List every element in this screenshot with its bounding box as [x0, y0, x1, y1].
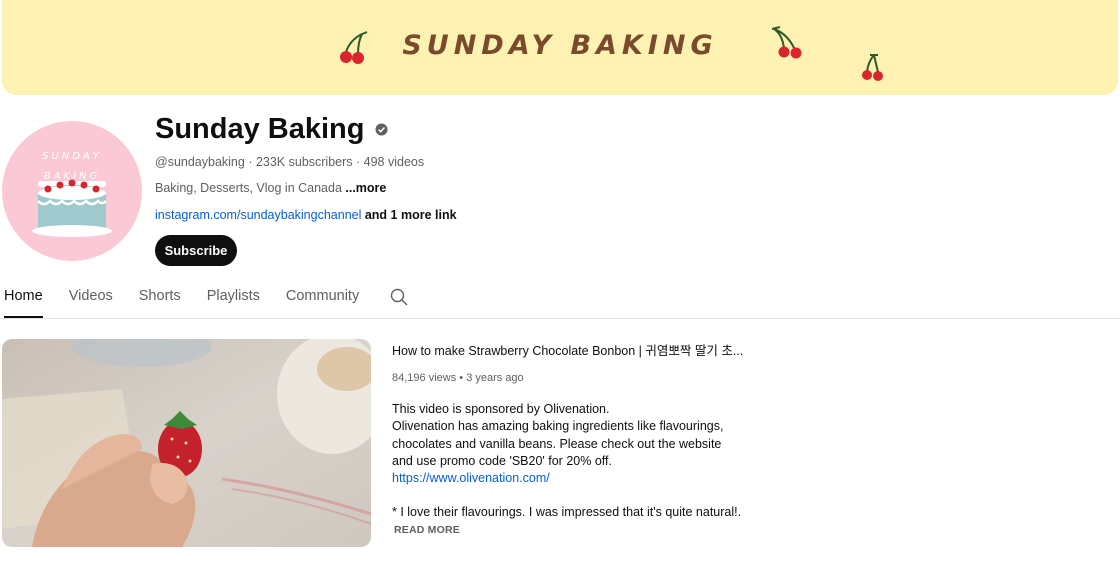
- thumbnail-image: [2, 339, 371, 547]
- description-line: This video is sponsored by Olivenation.: [392, 402, 610, 416]
- view-count: 84,196 views: [392, 372, 457, 384]
- tab-shorts[interactable]: Shorts: [139, 278, 181, 318]
- video-count: 498 videos: [363, 155, 425, 169]
- featured-video-description: This video is sponsored by Olivenation. …: [392, 401, 742, 522]
- more-link[interactable]: ...more: [345, 181, 386, 195]
- featured-video-title[interactable]: How to make Strawberry Chocolate Bonbon …: [392, 340, 752, 359]
- meta-separator: ·: [244, 155, 256, 169]
- featured-video-thumbnail[interactable]: [2, 339, 371, 547]
- svg-text:SUNDAY: SUNDAY: [42, 151, 102, 162]
- channel-handle: @sundaybaking: [155, 155, 245, 169]
- channel-avatar[interactable]: SUNDAY BAKING: [2, 121, 142, 261]
- upload-age: 3 years ago: [466, 372, 524, 384]
- verified-badge-icon: [374, 123, 388, 136]
- more-links[interactable]: and 1 more link: [361, 208, 457, 222]
- meta-separator: ·: [352, 155, 364, 169]
- subscriber-count: 233K subscribers: [255, 155, 353, 169]
- featured-video-stats: 84,196 views • 3 years ago: [392, 372, 524, 384]
- search-icon[interactable]: [389, 287, 409, 307]
- description-line: * I love their flavourings. I was impres…: [392, 505, 742, 520]
- channel-tabs: Home Videos Shorts Playlists Community: [0, 278, 1120, 319]
- channel-links: instagram.com/sundaybakingchannel and 1 …: [155, 208, 457, 222]
- tab-community[interactable]: Community: [286, 278, 359, 318]
- cake-illustration: SUNDAY BAKING: [32, 151, 112, 237]
- channel-name: Sunday Baking: [155, 113, 388, 146]
- instagram-link[interactable]: instagram.com/sundaybakingchannel: [155, 208, 361, 222]
- tab-playlists[interactable]: Playlists: [207, 278, 260, 318]
- description-line: Olivenation has amazing baking ingredien…: [392, 419, 724, 468]
- channel-name-text: Sunday Baking: [155, 113, 365, 145]
- banner-title: SUNDAY BAKING: [402, 30, 718, 61]
- channel-description[interactable]: Baking, Desserts, Vlog in Canada ...more: [155, 181, 386, 195]
- subscribe-button[interactable]: Subscribe: [155, 235, 237, 266]
- stats-separator: •: [456, 372, 467, 384]
- channel-description-text: Baking, Desserts, Vlog in Canada: [155, 181, 346, 195]
- read-more-button[interactable]: READ MORE: [394, 524, 460, 536]
- tab-home[interactable]: Home: [4, 278, 43, 318]
- description-link[interactable]: https://www.olivenation.com/: [392, 471, 550, 485]
- channel-banner: SUNDAY BAKING: [2, 0, 1118, 95]
- tab-videos[interactable]: Videos: [69, 278, 113, 318]
- channel-meta: @sundaybaking · 233K subscribers · 498 v…: [155, 155, 424, 169]
